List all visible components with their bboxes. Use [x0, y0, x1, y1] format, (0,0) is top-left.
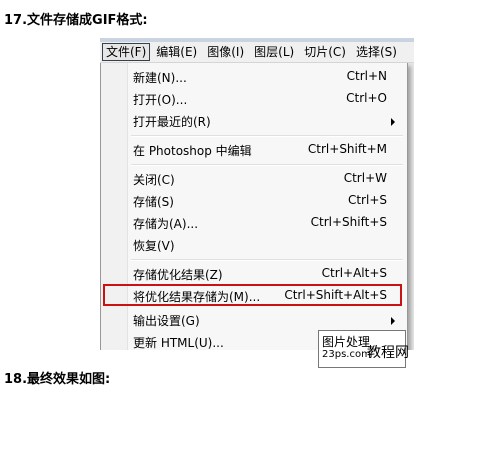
menu-item-label: 存储(S)	[133, 195, 174, 209]
menu-item-label: 打开(O)...	[133, 93, 188, 107]
menu-item-shortcut: Ctrl+Shift+M	[307, 142, 387, 156]
menu-slice[interactable]: 切片(C)	[300, 43, 350, 61]
submenu-arrow-icon	[391, 317, 395, 325]
watermark-text-top: 图片处理	[322, 335, 371, 349]
menu-item-shortcut: Ctrl+N	[346, 69, 387, 83]
menu-item-label: 更新 HTML(U)...	[133, 336, 224, 350]
menu-item-label: 输出设置(G)	[133, 314, 200, 328]
menu-item-label: 存储优化结果(Z)	[133, 268, 223, 282]
menu-file[interactable]: 文件(F)	[102, 43, 151, 61]
menu-item-output-settings[interactable]: 输出设置(G)	[103, 309, 403, 331]
menu-item-edit-in-photoshop[interactable]: 在 Photoshop 中编辑 Ctrl+Shift+M	[103, 139, 403, 161]
menu-item-label: 恢复(V)	[133, 239, 175, 253]
menu-item-save[interactable]: 存储(S) Ctrl+S	[103, 190, 403, 212]
menu-item-label: 关闭(C)	[133, 173, 175, 187]
menu-item-label: 新建(N)...	[133, 71, 187, 85]
menu-item-open-recent[interactable]: 打开最近的(R)	[103, 110, 403, 132]
menu-separator	[131, 164, 403, 166]
menu-item-save-as[interactable]: 存储为(A)... Ctrl+Shift+S	[103, 212, 403, 234]
step-17-heading: 17.文件存储成GIF格式:	[4, 13, 148, 28]
menu-separator	[131, 135, 403, 137]
menu-select[interactable]: 选择(S)	[352, 43, 401, 61]
menu-item-label: 打开最近的(R)	[133, 115, 211, 129]
photoshop-screenshot: 文件(F) 编辑(E) 图像(I) 图层(L) 切片(C) 选择(S) 新建(N…	[100, 38, 414, 350]
watermark-text-big: 教程网	[367, 345, 409, 361]
menu-item-revert[interactable]: 恢复(V)	[103, 234, 403, 256]
submenu-arrow-icon	[391, 118, 395, 126]
menu-edit[interactable]: 编辑(E)	[152, 43, 201, 61]
menu-bar: 文件(F) 编辑(E) 图像(I) 图层(L) 切片(C) 选择(S)	[100, 42, 414, 63]
menu-item-label: 将优化结果存储为(M)...	[133, 290, 261, 304]
menu-image[interactable]: 图像(I)	[203, 43, 248, 61]
menu-item-shortcut: Ctrl+W	[343, 171, 387, 185]
menu-item-shortcut: Ctrl+O	[346, 91, 387, 105]
watermark-logo: 图片处理 23ps.com 教程网	[318, 330, 409, 368]
menu-item-close[interactable]: 关闭(C) Ctrl+W	[103, 168, 403, 190]
menu-item-save-optimized[interactable]: 存储优化结果(Z) Ctrl+Alt+S	[103, 263, 403, 285]
menu-layer[interactable]: 图层(L)	[250, 43, 298, 61]
menu-item-open[interactable]: 打开(O)... Ctrl+O	[103, 88, 403, 110]
watermark-url: 23ps.com	[322, 349, 371, 360]
background-window-edge	[408, 63, 414, 350]
tutorial-page: 17.文件存储成GIF格式: 文件(F) 编辑(E) 图像(I) 图层(L) 切…	[0, 0, 500, 450]
menu-item-shortcut: Ctrl+Shift+S	[310, 215, 387, 229]
menu-separator	[131, 259, 403, 261]
file-menu-dropdown: 新建(N)... Ctrl+N 打开(O)... Ctrl+O 打开最近的(R)…	[100, 63, 408, 350]
menu-item-save-optimized-as[interactable]: 将优化结果存储为(M)... Ctrl+Shift+Alt+S	[103, 285, 403, 307]
step-18-heading: 18.最终效果如图:	[4, 372, 111, 387]
menu-item-shortcut: Ctrl+Shift+Alt+S	[284, 288, 387, 302]
menu-item-new[interactable]: 新建(N)... Ctrl+N	[103, 66, 403, 88]
menu-item-shortcut: Ctrl+Alt+S	[321, 266, 387, 280]
menu-item-label: 存储为(A)...	[133, 217, 199, 231]
menu-item-shortcut: Ctrl+S	[347, 193, 387, 207]
menu-item-label: 在 Photoshop 中编辑	[133, 144, 252, 158]
